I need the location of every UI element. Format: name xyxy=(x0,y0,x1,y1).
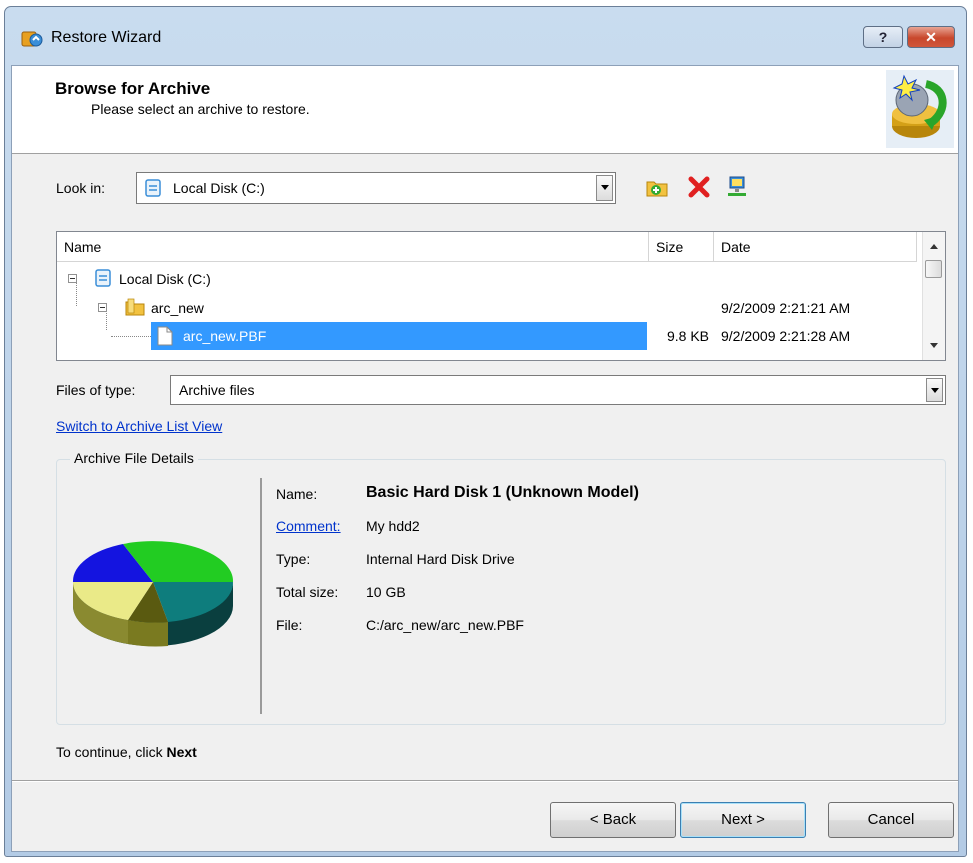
detail-size-label: Total size: xyxy=(276,584,339,600)
files-of-type-label: Files of type: xyxy=(56,382,136,398)
detail-size-value: 10 GB xyxy=(366,584,406,600)
file-date: 9/2/2009 2:21:28 AM xyxy=(721,328,851,344)
file-browser-list[interactable]: Name Size Date Local Disk (C:) arc_new 9… xyxy=(56,231,946,361)
scroll-up-icon[interactable] xyxy=(930,244,938,249)
look-in-dropdown[interactable]: Local Disk (C:) xyxy=(136,172,616,204)
archive-file-details-title: Archive File Details xyxy=(70,450,198,466)
detail-comment-value: My hdd2 xyxy=(366,518,420,534)
chevron-down-icon[interactable] xyxy=(596,175,613,201)
file-date: 9/2/2009 2:21:21 AM xyxy=(721,300,851,316)
file-icon xyxy=(157,326,173,346)
tree-item-label: arc_new xyxy=(151,300,204,316)
restore-wizard-window: Restore Wizard ? ✕ Browse for Archive Pl… xyxy=(4,6,967,857)
page-subtitle: Please select an archive to restore. xyxy=(91,101,310,117)
window-title: Restore Wizard xyxy=(51,29,162,46)
new-folder-icon[interactable] xyxy=(644,174,670,200)
look-in-value: Local Disk (C:) xyxy=(173,180,265,196)
file-size: 9.8 KB xyxy=(666,328,709,344)
delete-icon[interactable] xyxy=(686,174,712,200)
detail-type-value: Internal Hard Disk Drive xyxy=(366,551,515,567)
footer-separator xyxy=(12,780,958,782)
close-button[interactable]: ✕ xyxy=(907,26,955,48)
local-disk-icon xyxy=(145,179,161,197)
help-button[interactable]: ? xyxy=(863,26,903,48)
details-separator xyxy=(260,478,262,714)
detail-name-label: Name: xyxy=(276,486,318,502)
tree-item-label: Local Disk (C:) xyxy=(119,271,211,287)
continue-hint-bold: Next xyxy=(166,744,197,760)
collapse-icon[interactable] xyxy=(68,274,77,283)
restore-wizard-app-icon xyxy=(21,31,43,47)
collapse-icon[interactable] xyxy=(98,303,107,312)
column-header-size[interactable]: Size xyxy=(649,232,714,262)
restore-wizard-banner-icon xyxy=(886,70,954,148)
column-header-date[interactable]: Date xyxy=(714,232,917,262)
look-in-label: Look in: xyxy=(56,180,106,196)
title-bar[interactable]: Restore Wizard ? ✕ xyxy=(5,7,966,65)
detail-type-label: Type: xyxy=(276,551,311,567)
folder-icon xyxy=(125,298,145,316)
tree-item-file-selected[interactable]: arc_new.PBF 9.8 KB 9/2/2009 2:21:28 AM xyxy=(57,322,917,350)
disk-pie-chart-icon xyxy=(72,541,234,647)
page-title: Browse for Archive xyxy=(55,79,211,98)
back-button[interactable]: < Back xyxy=(550,802,676,838)
list-scrollbar[interactable] xyxy=(922,232,945,360)
continue-hint-text: To continue, click xyxy=(56,744,167,760)
files-of-type-dropdown[interactable]: Archive files xyxy=(170,375,946,405)
cancel-button[interactable]: Cancel xyxy=(828,802,954,838)
tree-item-local-disk[interactable]: Local Disk (C:) xyxy=(57,265,917,293)
network-computer-icon[interactable] xyxy=(724,174,750,200)
detail-file-value: C:/arc_new/arc_new.PBF xyxy=(366,617,524,633)
detail-file-label: File: xyxy=(276,617,303,633)
files-of-type-value: Archive files xyxy=(179,382,255,398)
local-disk-icon xyxy=(95,269,111,287)
detail-name-value: Basic Hard Disk 1 (Unknown Model) xyxy=(366,484,639,501)
column-header-name[interactable]: Name xyxy=(57,232,649,262)
comment-link[interactable]: Comment: xyxy=(276,518,341,534)
wizard-client-area: Browse for Archive Please select an arch… xyxy=(11,65,959,852)
scroll-down-icon[interactable] xyxy=(930,343,938,348)
wizard-header: Browse for Archive Please select an arch… xyxy=(12,66,958,154)
scroll-thumb[interactable] xyxy=(925,260,942,278)
tree-item-folder[interactable]: arc_new 9/2/2009 2:21:21 AM xyxy=(57,294,917,322)
switch-to-archive-list-view-link[interactable]: Switch to Archive List View xyxy=(56,418,222,434)
continue-hint: To continue, click Next xyxy=(56,744,197,760)
next-button[interactable]: Next > xyxy=(680,802,806,838)
chevron-down-icon[interactable] xyxy=(926,378,943,402)
tree-item-label: arc_new.PBF xyxy=(183,328,267,344)
